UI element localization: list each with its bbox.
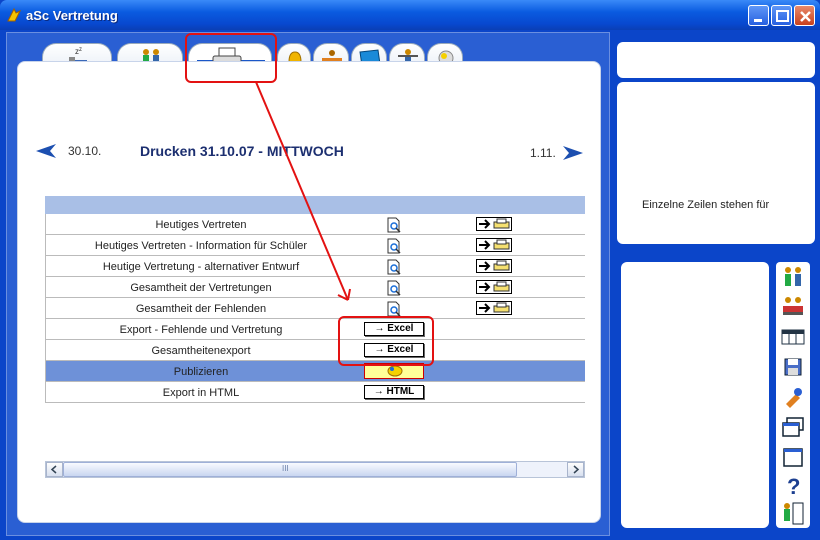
annotation-arrow — [255, 81, 351, 301]
app-window: aSc Vertretung z z 30.10. Drucken 31.10.… — [0, 0, 820, 540]
